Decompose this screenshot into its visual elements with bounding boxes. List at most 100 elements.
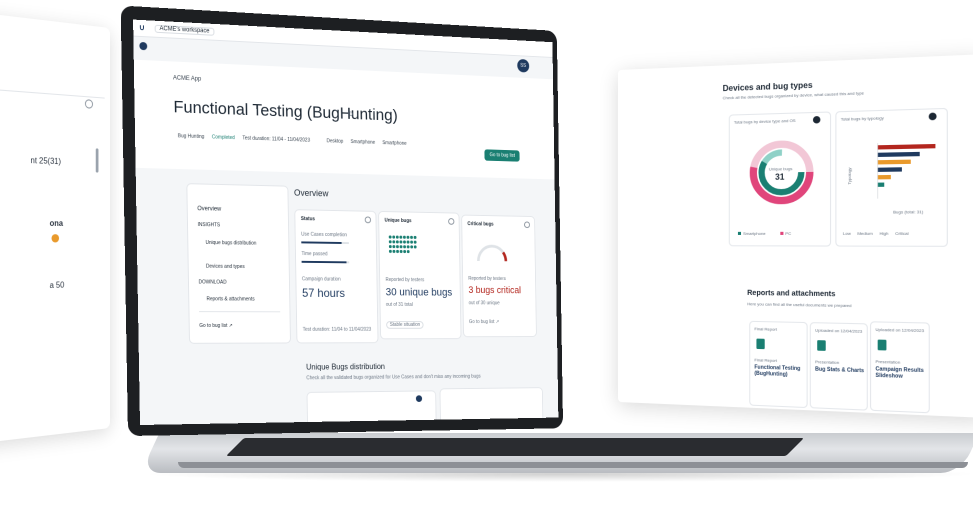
left-side-panel: nt 25(31) ona a 50 [0, 12, 110, 444]
donut-card-title: Total bugs by device type and OS [733, 117, 796, 125]
report-file-icon [756, 338, 765, 350]
unique-card-title: Unique bugs [384, 217, 412, 225]
left-panel-content: nt 25(31) ona a 50 [0, 88, 105, 412]
donut-center-label: Unique bugs [768, 165, 793, 172]
typology-card: Total bugs by typology Typology Bugs (to… [835, 107, 948, 247]
legend-critical: Critical [895, 230, 909, 236]
report-name: Bug Stats & Charts [815, 366, 865, 375]
typology-axis: Bugs (total: 31) [893, 209, 924, 215]
legend-medium: Medium [857, 230, 873, 236]
info-icon[interactable] [364, 216, 372, 224]
typology-card-title: Total bugs by typology [840, 115, 884, 122]
status-card-title: Status [300, 216, 316, 223]
report-name: Functional Testing (BugHunting) [754, 364, 801, 379]
critical-bugs-card: Critical bugs Reported by testers 3 bugs… [461, 214, 537, 338]
left-name-text: ona [49, 218, 64, 228]
reports-subtitle: Here you can find all the useful documen… [747, 301, 852, 309]
unique-bugs-grid [388, 235, 417, 254]
report-tag: Final Report [754, 326, 777, 332]
critical-card-title: Critical bugs [467, 221, 494, 228]
report-kind: Presentation [875, 358, 901, 365]
go-to-bug-list-button[interactable]: Go to bug list [484, 149, 521, 162]
usecase-progress [301, 241, 349, 245]
nav-toggle-icon[interactable] [139, 41, 148, 51]
sidebar-item-unique-bugs[interactable]: Unique bugs distribution [205, 240, 256, 247]
stable-badge: Stable situation [386, 321, 424, 329]
presentation-icon [877, 339, 887, 351]
report-kind: Presentation [815, 359, 840, 366]
time-passed-label: Time passed [301, 251, 328, 258]
donut-menu-icon[interactable] [812, 115, 821, 124]
workspace-selector[interactable]: ACME's workspace [154, 24, 215, 36]
laptop-screen: ∪ ACME's workspace SS ACME App Functiona… [133, 19, 559, 425]
breadcrumb[interactable]: ACME App [173, 75, 201, 82]
report-tag: Uploaded on 12/04/2023 [815, 327, 863, 334]
sidebar-item-overview[interactable]: Overview [197, 206, 221, 212]
status-footer: Test duration: 11/04 to 11/04/2023 [302, 326, 372, 333]
page-title: Functional Testing (BugHunting) [173, 97, 398, 125]
campaign-meta: Bug Hunting Completed Test duration: 11/… [178, 133, 407, 147]
legend-low: Low [842, 230, 851, 236]
donut-card: Total bugs by device type and OS Unique … [728, 111, 832, 247]
typology-legend: Low Medium High Critical [843, 231, 909, 236]
laptop-lip [178, 462, 968, 468]
header-area: ACME App Functional Testing (BugHunting)… [133, 59, 555, 180]
time-progress-fill [301, 260, 347, 264]
duration-value: 57 hours [302, 286, 345, 300]
report-kind: Final Report [754, 357, 777, 364]
critical-value: 3 bugs critical [468, 285, 522, 297]
donut-center-value: 31 [775, 172, 785, 182]
reports-title: Reports and attachments [747, 289, 836, 299]
campaign-id: ID [347, 112, 354, 119]
typology-bar-chart [856, 142, 936, 208]
duration-label: Campaign duration [301, 276, 341, 283]
sidebar-heading-insights: INSIGHTS [197, 222, 221, 229]
donut-legend: Smartphone PC [737, 231, 791, 236]
left-value-text: a 50 [49, 280, 65, 291]
info-icon[interactable] [448, 218, 455, 225]
usecase-progress-fill [301, 241, 342, 244]
report-card[interactable]: Uploaded on 12/04/2023 Presentation Camp… [870, 321, 930, 414]
logo-icon: ∪ [139, 22, 145, 33]
sidebar-item-reports[interactable]: Reports & attachments [206, 296, 254, 302]
typology-menu-icon[interactable] [928, 112, 937, 121]
right-side-panel: Devices and bug types Check all the dete… [618, 54, 973, 418]
report-tag: Uploaded on 12/04/2023 [875, 326, 925, 334]
setting-tag: Desktop [326, 138, 344, 145]
unique-sub: out of 31 total [385, 301, 413, 308]
legend-high: High [879, 230, 889, 236]
laptop-keyboard [226, 438, 804, 456]
avatar[interactable]: SS [517, 58, 530, 73]
sidebar-divider [199, 311, 281, 313]
report-card[interactable]: Uploaded on 12/04/2023 Presentation Bug … [809, 322, 868, 411]
unique-label: Reported by testers [385, 277, 425, 284]
card-menu-icon[interactable] [415, 395, 423, 403]
sidebar-item-bug-list[interactable]: Go to bug list ↗ [199, 323, 232, 329]
sidebar-item-devices[interactable]: Devices and types [206, 264, 245, 270]
unique-value: 30 unique bugs [385, 286, 453, 299]
usecase-label: Use Cases completion [301, 231, 348, 239]
device-tag: Smartphone [382, 140, 407, 147]
report-name: Campaign Results Slideshow [875, 366, 924, 380]
distribution-card [306, 390, 437, 425]
presentation-icon [817, 340, 826, 351]
overview-title: Overview [293, 187, 329, 199]
duration-tag: Test duration: 11/04 - 11/04/2023 [242, 135, 311, 144]
critical-sub: out of 30 unique [468, 300, 500, 307]
orange-dot [51, 234, 60, 243]
critical-label: Reported by testers [468, 275, 506, 282]
distribution-title: Unique Bugs distribution [306, 362, 385, 372]
typology-ylabel: Typology [846, 167, 853, 185]
report-card[interactable]: Final Report Final Report Functional Tes… [749, 320, 808, 409]
info-icon[interactable] [524, 221, 531, 229]
type-tag: Bug Hunting [177, 133, 205, 141]
scrollbar[interactable] [95, 148, 99, 173]
status-badge: Completed [211, 134, 235, 142]
status-card: Status Use Cases completion Time passed … [294, 209, 379, 344]
distribution-subtitle: Check all the validated bugs organized f… [306, 373, 481, 382]
critical-bug-list-link[interactable]: Go to bug list ↗ [469, 319, 499, 325]
sidebar: Overview INSIGHTS Unique bugs distributi… [186, 183, 291, 344]
sidebar-heading-download: DOWNLOAD [198, 279, 227, 286]
devices-title: Devices and bug types [722, 80, 813, 94]
left-count-text: nt 25(31) [30, 155, 61, 167]
